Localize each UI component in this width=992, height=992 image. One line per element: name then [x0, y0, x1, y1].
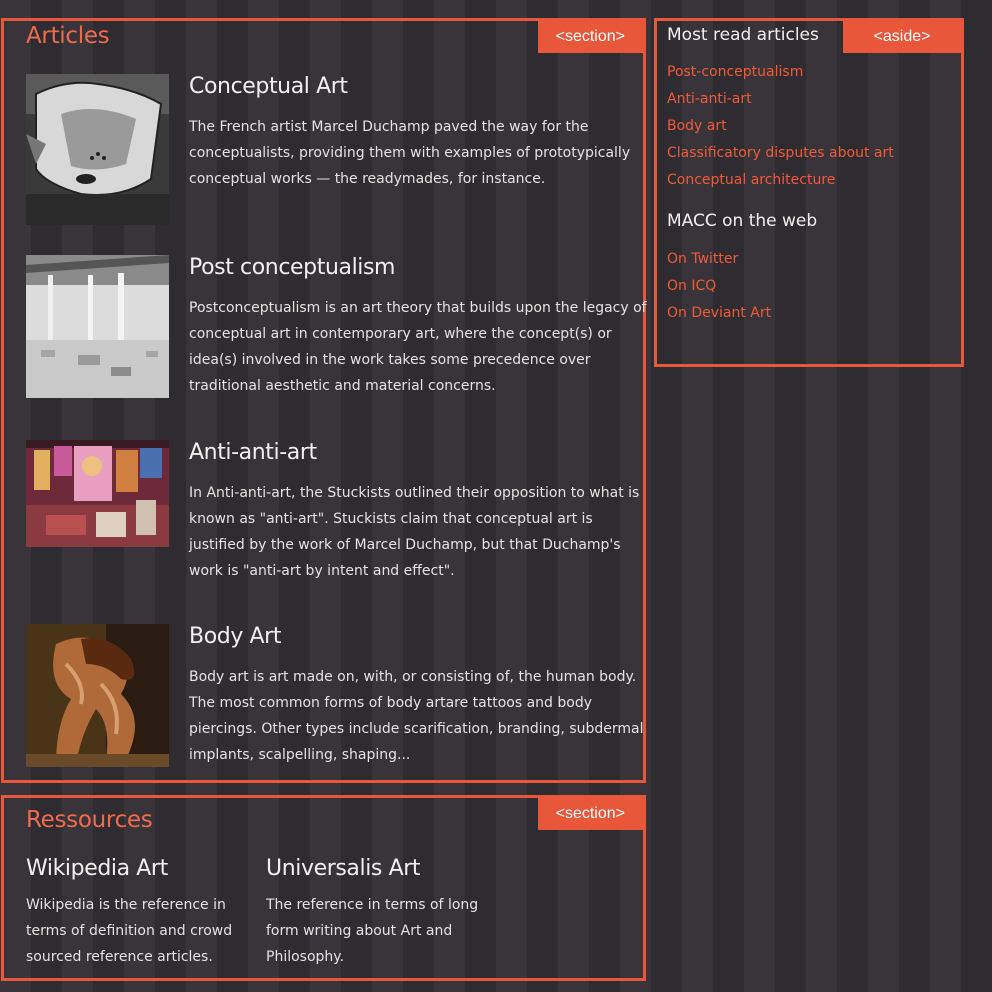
list-item: Conceptual architecture — [667, 169, 894, 196]
list-item: On Twitter — [667, 248, 771, 275]
resource-item: Wikipedia Art Wikipedia is the reference… — [26, 856, 241, 970]
twitter-link[interactable]: On Twitter — [667, 251, 738, 267]
article-item: Anti-anti-art In Anti-anti-art, the Stuc… — [26, 440, 646, 620]
most-read-link[interactable]: Conceptual architecture — [667, 172, 835, 188]
list-item: Classificatory disputes about art — [667, 142, 894, 169]
deviant-art-link[interactable]: On Deviant Art — [667, 305, 771, 321]
resource-text: The reference in terms of long form writ… — [266, 897, 479, 965]
most-read-link[interactable]: Anti-anti-art — [667, 91, 752, 107]
web-links-list: On Twitter On ICQ On Deviant Art — [667, 248, 771, 329]
list-item: On ICQ — [667, 275, 771, 302]
article-item: Conceptual Art The French artist Marcel … — [26, 74, 646, 234]
list-item: Post-conceptualism — [667, 61, 894, 88]
most-read-link[interactable]: Post-conceptualism — [667, 64, 803, 80]
resource-item: Universalis Art The reference in terms o… — [266, 856, 481, 970]
resource-title[interactable]: Universalis Art — [266, 856, 481, 881]
article-title[interactable]: Post conceptualism — [189, 255, 395, 280]
most-read-heading: Most read articles — [667, 25, 819, 45]
list-item: Body art — [667, 115, 894, 142]
article-title[interactable]: Anti-anti-art — [189, 440, 317, 465]
list-item: Anti-anti-art — [667, 88, 894, 115]
article-title[interactable]: Conceptual Art — [189, 74, 348, 99]
gallery-installation-image — [26, 255, 169, 398]
resources-section: <section> Ressources Wikipedia Art Wikip… — [1, 795, 646, 981]
articles-section-title: Articles — [26, 23, 110, 49]
most-read-link[interactable]: Classificatory disputes about art — [667, 145, 894, 161]
section-tag: <section> — [537, 798, 643, 830]
resource-title[interactable]: Wikipedia Art — [26, 856, 241, 881]
article-text: The French artist Marcel Duchamp paved t… — [189, 119, 631, 187]
fountain-sculpture-image — [26, 74, 169, 225]
article-text: In Anti-anti-art, the Stuckists outlined… — [189, 485, 640, 579]
icq-link[interactable]: On ICQ — [667, 278, 716, 294]
article-item: Post conceptualism Postconceptualism is … — [26, 255, 647, 415]
aside-tag: <aside> — [843, 21, 961, 53]
web-heading: MACC on the web — [667, 211, 818, 231]
aside-sidebar: <aside> Most read articles Post-conceptu… — [654, 18, 964, 367]
article-text: Postconceptualism is an art theory that … — [189, 300, 647, 394]
list-item: On Deviant Art — [667, 302, 771, 329]
article-title[interactable]: Body Art — [189, 624, 281, 649]
articles-section: <section> Articles Conceptual Art The Fr… — [1, 18, 647, 784]
most-read-link[interactable]: Body art — [667, 118, 727, 134]
resources-section-title: Ressources — [26, 807, 153, 833]
article-text: Body art is art made on, with, or consis… — [189, 669, 644, 763]
section-tag: <section> — [537, 21, 643, 53]
resource-text: Wikipedia is the reference in terms of d… — [26, 897, 233, 965]
stuckist-paintings-image — [26, 440, 169, 547]
most-read-list: Post-conceptualism Anti-anti-art Body ar… — [667, 61, 894, 196]
body-paint-image — [26, 624, 169, 767]
article-item: Body Art Body art is art made on, with, … — [26, 624, 646, 784]
